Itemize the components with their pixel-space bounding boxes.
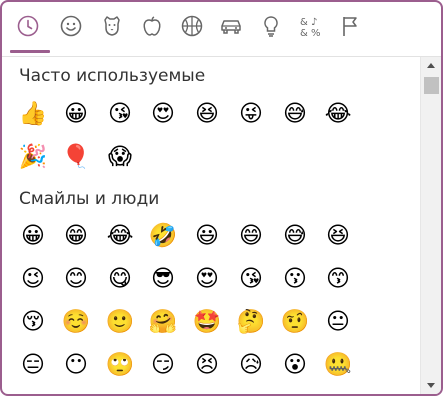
emoji-button[interactable]: 😍 xyxy=(192,264,222,294)
scroll-up-arrow[interactable] xyxy=(427,63,435,68)
emoji-button[interactable]: 🤨 xyxy=(280,307,310,337)
emoji-button[interactable]: ☺️ xyxy=(61,307,91,337)
emoji-button[interactable]: 😚 xyxy=(18,307,48,337)
emoji-button[interactable]: 😥 xyxy=(236,350,266,380)
scroll-down-arrow[interactable] xyxy=(427,383,435,388)
emoji-button[interactable]: 😆 xyxy=(323,221,353,251)
emoji-button[interactable]: 🙄 xyxy=(105,350,135,380)
emoji-button[interactable]: 👍 xyxy=(18,99,48,129)
emoji-button[interactable]: 🤐 xyxy=(323,350,353,380)
emoji-button[interactable]: 😏 xyxy=(148,350,178,380)
symbols-icon: & ♪&% xyxy=(300,17,321,38)
emoji-button[interactable]: 😅 xyxy=(280,99,310,129)
emoji-button[interactable]: 😍 xyxy=(148,99,178,129)
tab-flags[interactable] xyxy=(335,10,367,42)
emoji-button[interactable]: 😄 xyxy=(236,221,266,251)
activity-icon xyxy=(181,15,203,37)
emoji-list: Часто используемые Смайлы и люди 👍 😀 😘 😍 😆 😜 😅… xyxy=(2,57,420,394)
emoji-button[interactable]: 😀 xyxy=(18,221,48,251)
flags-icon xyxy=(343,17,357,36)
tab-animals[interactable] xyxy=(96,10,128,42)
emoji-button[interactable]: 😃 xyxy=(192,221,222,251)
svg-text:&: & xyxy=(300,17,308,28)
emoji-button[interactable]: 😊 xyxy=(61,264,91,294)
tab-recent[interactable] xyxy=(12,10,44,42)
emoji-button[interactable]: 😋 xyxy=(105,264,135,294)
emoji-button[interactable]: 😗 xyxy=(280,264,310,294)
travel-icon xyxy=(221,20,241,34)
tab-activity[interactable] xyxy=(176,10,208,42)
emoji-button[interactable]: 🤔 xyxy=(236,307,266,337)
svg-text:%: % xyxy=(311,28,321,38)
emoji-button[interactable]: 🤗 xyxy=(148,307,178,337)
active-tab-indicator xyxy=(10,50,50,53)
emoji-button[interactable]: 😮 xyxy=(280,350,310,380)
tab-objects[interactable] xyxy=(255,10,287,42)
tab-food[interactable] xyxy=(136,10,168,42)
scrollbar[interactable] xyxy=(420,57,441,394)
section-title-frequent: Часто используемые xyxy=(19,66,206,86)
emoji-button[interactable]: 😱 xyxy=(105,142,135,172)
emoji-button[interactable]: 😉 xyxy=(18,264,48,294)
animal-icon xyxy=(104,16,120,36)
food-icon xyxy=(143,16,161,36)
emoji-button[interactable]: 😑 xyxy=(18,350,48,380)
svg-text:♪: ♪ xyxy=(311,17,317,28)
emoji-button[interactable]: 😘 xyxy=(105,99,135,129)
emoji-button[interactable]: 😁 xyxy=(61,221,91,251)
emoji-button[interactable]: 😂 xyxy=(323,99,353,129)
emoji-button[interactable]: 😐 xyxy=(323,307,353,337)
emoji-button[interactable]: 🤣 xyxy=(148,221,178,251)
category-tabs: & ♪ &% xyxy=(2,2,441,56)
emoji-button[interactable]: 😂 xyxy=(105,221,135,251)
tab-smileys[interactable] xyxy=(55,10,87,42)
emoji-button[interactable]: 😜 xyxy=(236,99,266,129)
emoji-button[interactable]: 😀 xyxy=(61,99,91,129)
section-title-smileys: Смайлы и люди xyxy=(19,189,160,209)
emoji-button[interactable]: 😶 xyxy=(61,350,91,380)
emoji-picker: & ♪ &% Часто используемые Смайлы и люди 👍 😀… xyxy=(0,0,443,396)
recent-icon xyxy=(17,15,39,37)
objects-icon xyxy=(264,16,278,37)
emoji-button[interactable]: 😆 xyxy=(192,99,222,129)
scroll-thumb[interactable] xyxy=(424,77,439,94)
emoji-button[interactable]: 🎉 xyxy=(18,142,48,172)
emoji-button[interactable]: 😎 xyxy=(148,264,178,294)
emoji-button[interactable]: 🎈 xyxy=(61,142,91,172)
emoji-button[interactable]: 🤩 xyxy=(192,307,222,337)
tab-travel[interactable] xyxy=(215,10,247,42)
emoji-button[interactable]: 🙂 xyxy=(105,307,135,337)
emoji-button[interactable]: 😅 xyxy=(280,221,310,251)
emoji-button[interactable]: 😣 xyxy=(192,350,222,380)
emoji-button[interactable]: 😙 xyxy=(323,264,353,294)
smiley-icon xyxy=(60,15,82,37)
tab-symbols[interactable]: & ♪ &% xyxy=(295,10,327,42)
svg-text:&: & xyxy=(300,28,308,38)
emoji-button[interactable]: 😘 xyxy=(236,264,266,294)
